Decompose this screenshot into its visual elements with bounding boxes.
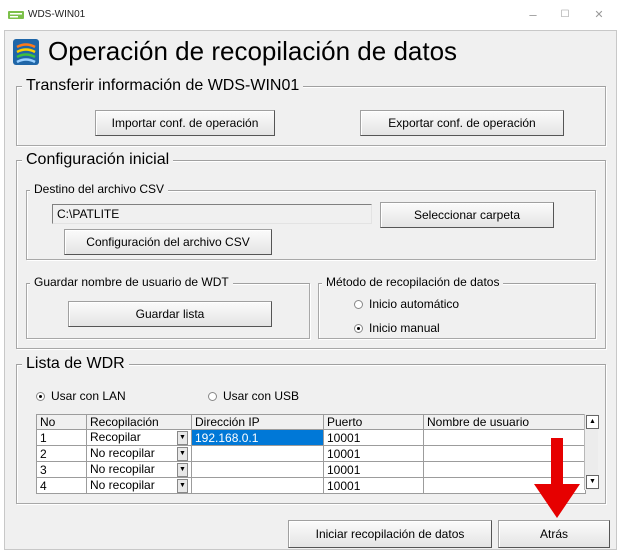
csv-destination-label: Destino del archivo CSV	[30, 182, 169, 196]
auto-start-label: Inicio automático	[369, 297, 460, 311]
column-header-ip[interactable]: Dirección IP	[191, 414, 324, 430]
table-row: 4 No recopilar ▼ 10001	[36, 477, 586, 494]
use-usb-radio[interactable]: Usar con USB	[208, 389, 299, 403]
dropdown-arrow-icon[interactable]: ▼	[177, 431, 188, 445]
radio-icon	[354, 299, 363, 309]
scroll-down-icon[interactable]: ▼	[586, 475, 599, 489]
save-list-button[interactable]: Guardar lista	[68, 301, 272, 327]
row-no: 4	[36, 477, 87, 494]
back-button[interactable]: Atrás	[498, 520, 610, 548]
port-cell[interactable]: 10001	[323, 477, 424, 494]
wdr-table: No Recopilación Dirección IP Puerto Nomb…	[36, 414, 586, 494]
import-config-button[interactable]: Importar conf. de operación	[95, 110, 275, 136]
use-lan-radio[interactable]: Usar con LAN	[36, 389, 126, 403]
table-row: 1 Recopilar ▼ 192.168.0.1 10001	[36, 429, 586, 446]
table-row: 2 No recopilar ▼ 10001	[36, 445, 586, 462]
red-down-arrow-icon	[534, 438, 580, 518]
transfer-group-label: Transferir información de WDS-WIN01	[22, 77, 304, 95]
scroll-up-icon[interactable]: ▲	[586, 415, 599, 429]
port-cell[interactable]: 10001	[323, 461, 424, 478]
export-config-button[interactable]: Exportar conf. de operación	[360, 110, 564, 136]
save-username-label: Guardar nombre de usuario de WDT	[30, 275, 233, 289]
collection-select[interactable]: Recopilar ▼	[86, 429, 192, 446]
use-usb-label: Usar con USB	[223, 389, 300, 403]
radio-selected-icon	[36, 391, 45, 401]
column-header-collection[interactable]: Recopilación	[86, 414, 192, 430]
initial-config-label: Configuración inicial	[22, 151, 174, 169]
maximize-button[interactable]: ☐	[550, 4, 580, 26]
port-cell[interactable]: 10001	[323, 445, 424, 462]
use-lan-label: Usar con LAN	[51, 389, 126, 403]
auto-start-radio[interactable]: Inicio automático	[354, 297, 459, 311]
ip-cell[interactable]: 192.168.0.1	[191, 429, 324, 446]
radio-selected-icon	[354, 323, 363, 333]
collection-value: No recopilar	[90, 462, 155, 477]
collection-value: Recopilar	[90, 430, 141, 445]
dropdown-arrow-icon[interactable]: ▼	[177, 463, 188, 477]
table-header-row: No Recopilación Dirección IP Puerto Nomb…	[36, 414, 586, 430]
ip-cell[interactable]	[191, 461, 324, 478]
radio-icon	[208, 391, 217, 401]
row-no: 1	[36, 429, 87, 446]
page-title: Operación de recopilación de datos	[48, 36, 458, 66]
manual-start-radio[interactable]: Inicio manual	[354, 321, 440, 335]
row-no: 2	[36, 445, 87, 462]
row-no: 3	[36, 461, 87, 478]
ip-cell[interactable]	[191, 445, 324, 462]
column-header-username[interactable]: Nombre de usuario	[423, 414, 586, 430]
start-collection-button[interactable]: Iniciar recopilación de datos	[288, 520, 492, 548]
column-header-no[interactable]: No	[36, 414, 87, 430]
collection-value: No recopilar	[90, 478, 155, 493]
app-icon	[8, 11, 24, 19]
collection-select[interactable]: No recopilar ▼	[86, 445, 192, 462]
dropdown-arrow-icon[interactable]: ▼	[177, 447, 188, 461]
table-row: 3 No recopilar ▼ 10001	[36, 461, 586, 478]
close-button[interactable]: ✕	[584, 4, 614, 26]
csv-path-field[interactable]: C:\PATLITE	[52, 204, 372, 224]
collection-value: No recopilar	[90, 446, 155, 461]
manual-start-label: Inicio manual	[369, 321, 440, 335]
wdr-list-label: Lista de WDR	[22, 355, 129, 373]
csv-config-button[interactable]: Configuración del archivo CSV	[64, 229, 272, 255]
title-bar: WDS-WIN01 – ☐ ✕	[0, 0, 621, 30]
window-title: WDS-WIN01	[28, 9, 86, 20]
table-scrollbar[interactable]: ▲ ▼	[584, 414, 599, 490]
column-header-port[interactable]: Puerto	[323, 414, 424, 430]
ip-cell[interactable]	[191, 477, 324, 494]
collection-select[interactable]: No recopilar ▼	[86, 461, 192, 478]
collection-method-label: Método de recopilación de datos	[322, 275, 504, 289]
minimize-button[interactable]: –	[518, 4, 548, 26]
port-cell[interactable]: 10001	[323, 429, 424, 446]
collection-select[interactable]: No recopilar ▼	[86, 477, 192, 494]
dropdown-arrow-icon[interactable]: ▼	[177, 479, 188, 493]
select-folder-button[interactable]: Seleccionar carpeta	[380, 202, 554, 228]
data-collection-icon	[13, 39, 39, 65]
